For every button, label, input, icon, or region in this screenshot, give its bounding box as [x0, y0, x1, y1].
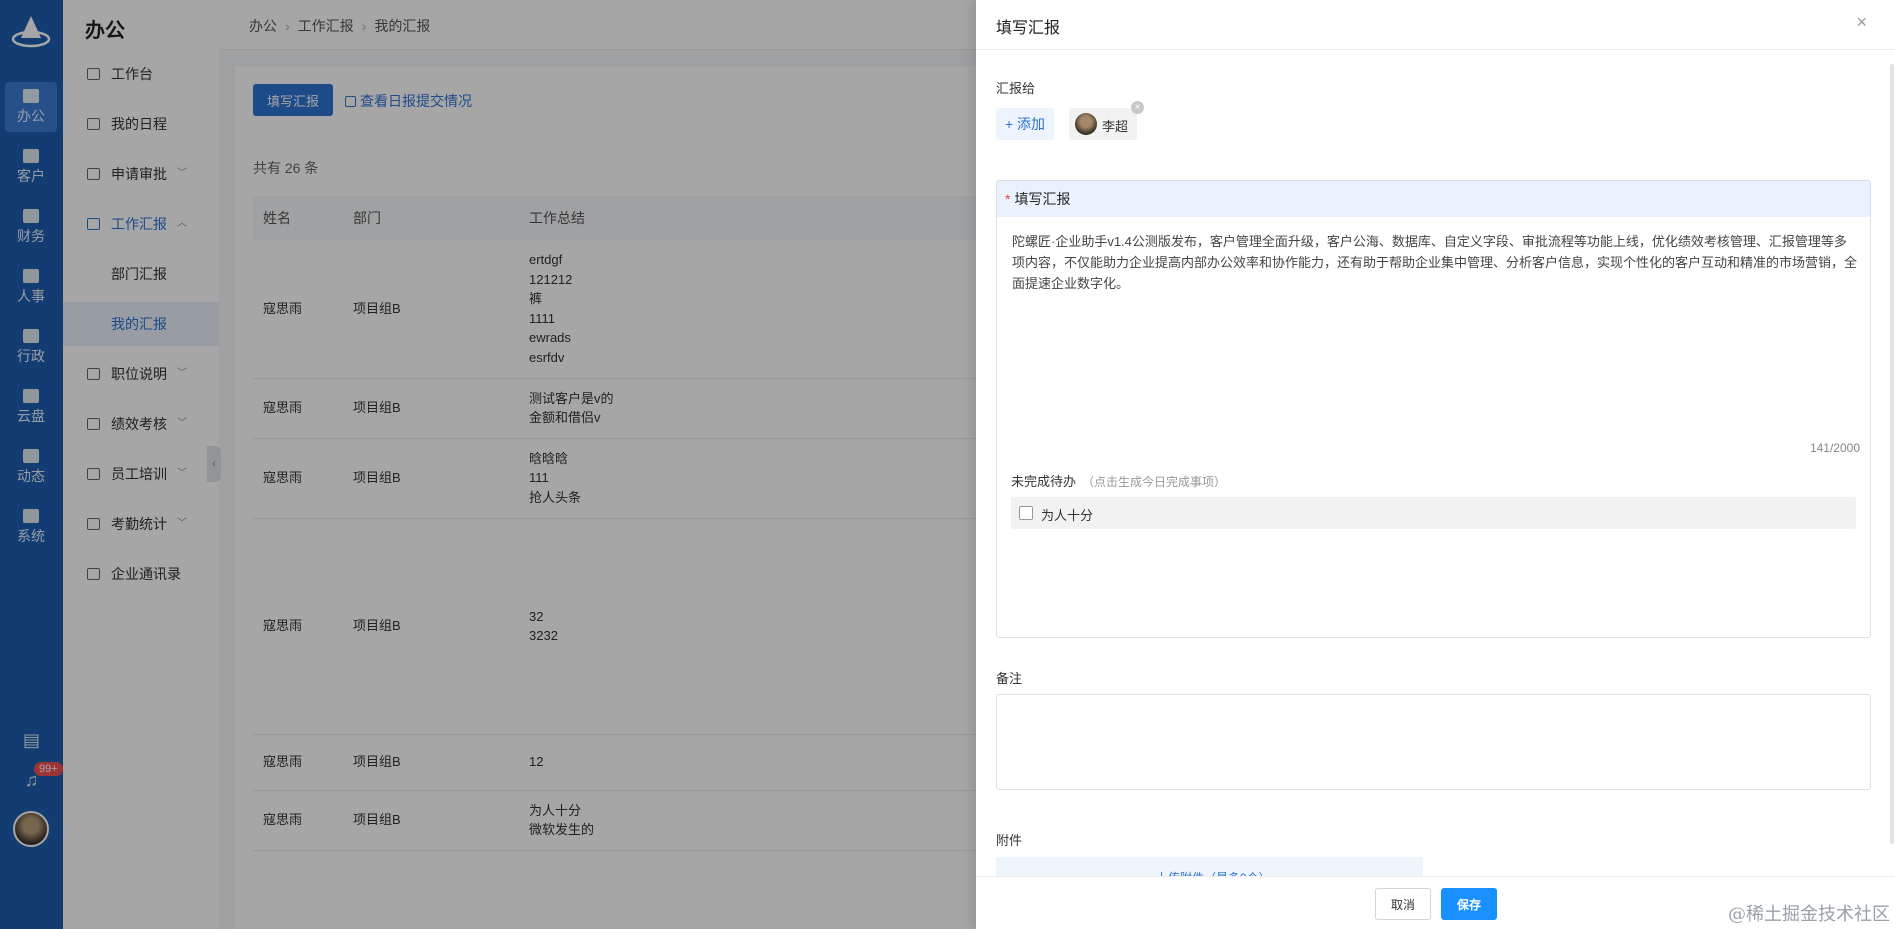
- cancel-button[interactable]: 取消: [1375, 888, 1431, 920]
- recipient-chip: 李超 ×: [1069, 101, 1144, 140]
- required-marker: *: [1005, 191, 1011, 207]
- recipient-name: 李超: [1102, 119, 1129, 134]
- save-button[interactable]: 保存: [1441, 888, 1497, 920]
- todo-item: 为人十分: [1011, 497, 1856, 529]
- avatar: [1075, 113, 1097, 135]
- remove-recipient-icon[interactable]: ×: [1131, 101, 1144, 114]
- todo-section: 未完成待办 （点击生成今日完成事项）: [1011, 474, 1227, 489]
- drawer-scrollbar[interactable]: [1890, 64, 1894, 844]
- report-editor: * 填写汇报 陀螺匠·企业助手v1.4公测版发布，客户管理全面升级，客户公海、数据…: [996, 180, 1871, 638]
- report-section-header: * 填写汇报: [997, 181, 1870, 217]
- todo-checkbox[interactable]: [1019, 506, 1033, 520]
- remark-label: 备注: [996, 671, 1023, 686]
- close-icon[interactable]: ×: [1856, 12, 1867, 33]
- remark-textarea[interactable]: [996, 694, 1871, 790]
- report-textarea[interactable]: 陀螺匠·企业助手v1.4公测版发布，客户管理全面升级，客户公海、数据库、自定义字…: [1012, 231, 1857, 294]
- char-count: 141/2000: [1809, 441, 1860, 455]
- todo-text: 为人十分: [1041, 508, 1094, 523]
- add-recipient-button[interactable]: + 添加: [996, 108, 1054, 140]
- todo-hint[interactable]: （点击生成今日完成事项）: [1082, 475, 1226, 489]
- watermark: @稀土掘金技术社区: [1728, 904, 1890, 925]
- write-report-drawer: 填写汇报 × 汇报给 + 添加 李超 × * 填写汇报 陀螺匠·企业助手v1.4公…: [976, 0, 1895, 929]
- attachment-label: 附件: [996, 833, 1023, 848]
- drawer-title: 填写汇报: [996, 20, 1061, 37]
- drawer-header: 填写汇报 ×: [976, 0, 1895, 50]
- report-to-label: 汇报给: [996, 81, 1036, 96]
- upload-attachment-area[interactable]: 上传附件（最多9个）: [996, 857, 1423, 877]
